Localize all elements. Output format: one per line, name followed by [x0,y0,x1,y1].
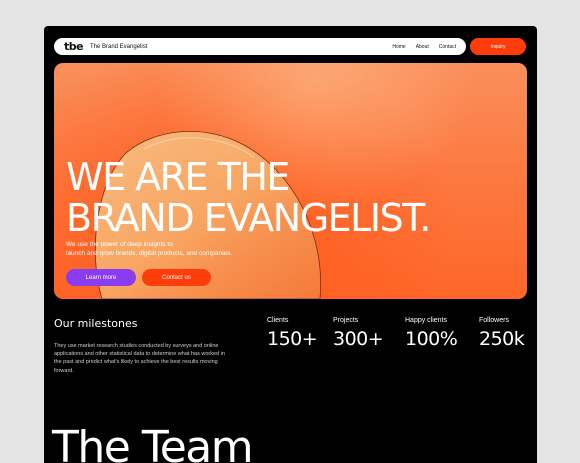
contact-us-button[interactable]: Contact us [142,269,211,286]
nav-link-about[interactable]: About [416,44,429,50]
brand-name: The Brand Evangelist [90,43,148,50]
stat-followers: Followers 250k [479,317,525,350]
hero-title-line2: BRAND EVANGELIST. [66,196,431,240]
hero-title-line1: WE ARE THE [66,155,290,199]
hero-title: WE ARE THE BRAND EVANGELIST. [66,155,431,240]
enquiry-button[interactable]: Inquiry [470,38,526,55]
stat-value: 300+ [333,328,384,350]
stat-happy-clients: Happy clients 100% [405,317,458,350]
stat-label: Followers [479,317,509,324]
nav-link-home[interactable]: Home [392,44,405,50]
stat-label: Clients [267,317,289,324]
stat-label: Happy clients [405,317,448,324]
hero-subtitle-line1: We use the power of deep insights to [66,241,173,248]
learn-more-button[interactable]: Learn more [66,269,136,286]
stat-label: Projects [333,317,359,324]
brand-logo[interactable]: tbe [64,40,86,53]
hero-subtitle-line2: launch and grow brands, digital products… [66,250,233,257]
stat-value: 250k [479,328,525,350]
stat-value: 100% [405,328,458,350]
stat-value: 150+ [267,328,318,350]
nav-link-contact[interactable]: Contact [439,44,456,50]
website-frame: tbe The Brand Evangelist Home About Cont… [44,26,537,463]
hero-subtitle: We use the power of deep insights to lau… [66,240,286,258]
hero-banner: WE ARE THE BRAND EVANGELIST. We use the … [54,63,527,299]
milestones-title: Our milestones [54,317,138,330]
stat-projects: Projects 300+ [333,317,384,350]
nav-links: Home About Contact [392,44,456,50]
milestones-description: They use market research studies conduct… [54,343,225,374]
stat-clients: Clients 150+ [267,317,318,350]
team-title: The Team [52,422,254,463]
navbar: tbe The Brand Evangelist Home About Cont… [54,38,466,55]
